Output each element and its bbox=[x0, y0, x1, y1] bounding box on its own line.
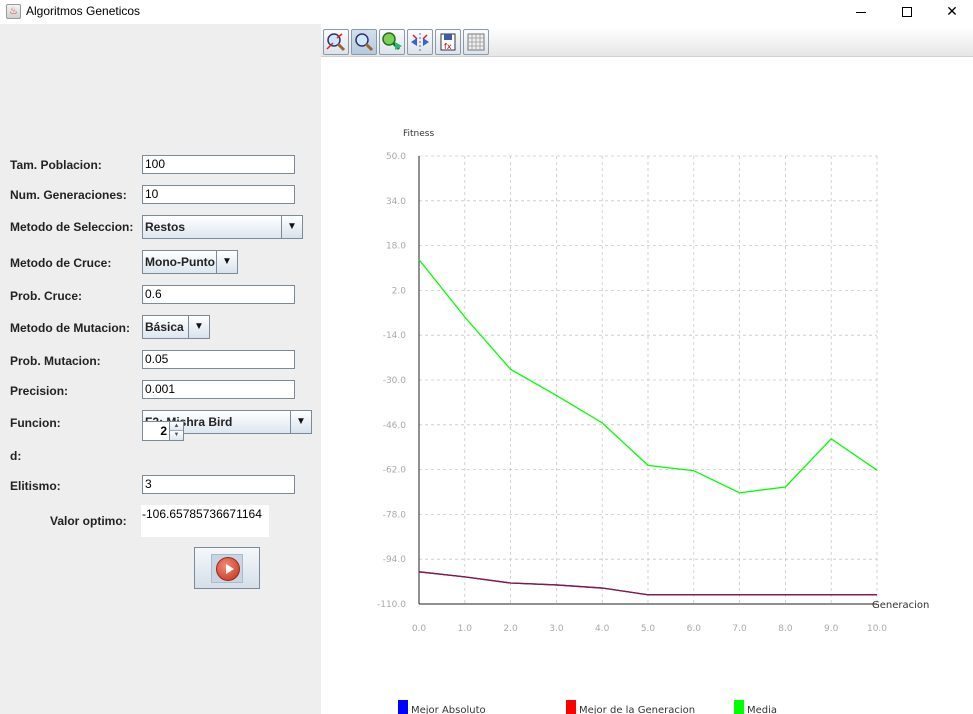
zoom-in-button[interactable] bbox=[323, 29, 349, 55]
x-tick-label: 2.0 bbox=[503, 624, 518, 634]
precision-input[interactable]: 0.001 bbox=[142, 380, 295, 399]
x-tick-label: 6.0 bbox=[687, 624, 702, 634]
zoom-button[interactable] bbox=[351, 29, 377, 55]
export-icon: fx bbox=[440, 33, 456, 51]
x-tick-label: 8.0 bbox=[778, 624, 793, 634]
export-button[interactable]: fx bbox=[435, 29, 461, 55]
prob-mutacion-input[interactable]: 0.05 bbox=[142, 350, 295, 369]
x-tick-label: 7.0 bbox=[732, 624, 747, 634]
metodo-cruce-value: Mono-Punto bbox=[145, 255, 215, 269]
metodo-seleccion-select[interactable]: Restos ▼ bbox=[142, 215, 303, 239]
metodo-mutacion-select[interactable]: Básica ▼ bbox=[142, 315, 210, 339]
minimize-icon bbox=[856, 11, 866, 13]
d-spinner[interactable]: 2 ▲ ▼ bbox=[142, 421, 184, 441]
metodo-seleccion-label: Metodo de Seleccion: bbox=[10, 220, 134, 234]
metodo-cruce-label: Metodo de Cruce: bbox=[10, 256, 112, 270]
pan-button[interactable] bbox=[379, 29, 405, 55]
funcion-label: Funcion: bbox=[10, 416, 61, 430]
y-tick-label: -110.0 bbox=[377, 600, 406, 610]
fitness-chart[interactable]: 0.0 1.0 2.0 3.0 4.0 5.0 6.0 7.0 8.0 9.0 10.0 50.0 34… bbox=[321, 58, 973, 714]
metodo-seleccion-value: Restos bbox=[145, 220, 186, 234]
precision-label: Precision: bbox=[10, 384, 69, 398]
prob-mutacion-label: Prob. Mutacion: bbox=[10, 354, 101, 368]
valor-optimo-label: Valor optimo: bbox=[50, 514, 127, 528]
minimize-button[interactable] bbox=[838, 0, 884, 24]
chart-toolbar: fx bbox=[321, 27, 973, 57]
run-icon-frame bbox=[211, 554, 243, 583]
chevron-down-icon[interactable]: ▼ bbox=[290, 411, 311, 433]
y-tick-label: -78.0 bbox=[383, 510, 407, 520]
elitismo-input[interactable]: 3 bbox=[142, 475, 295, 494]
play-icon bbox=[216, 557, 240, 581]
spin-up-icon[interactable]: ▲ bbox=[169, 422, 183, 431]
spin-down-icon[interactable]: ▼ bbox=[169, 431, 183, 440]
x-tick-label: 3.0 bbox=[549, 624, 564, 634]
y-tick-label: -30.0 bbox=[383, 376, 407, 386]
d-spinner-value: 2 bbox=[160, 424, 167, 438]
close-button[interactable]: ✕ bbox=[929, 0, 973, 24]
prob-cruce-label: Prob. Cruce: bbox=[10, 289, 83, 303]
y-tick-label: 2.0 bbox=[392, 286, 407, 296]
fit-icon bbox=[411, 33, 429, 51]
svg-text:fx: fx bbox=[444, 42, 452, 51]
elitismo-label: Elitismo: bbox=[10, 479, 61, 493]
prob-cruce-input[interactable]: 0.6 bbox=[142, 285, 295, 304]
y-tick-label: 50.0 bbox=[386, 152, 406, 162]
metodo-cruce-select[interactable]: Mono-Punto ▼ bbox=[142, 250, 238, 274]
y-axis-label: Fitness bbox=[403, 129, 434, 139]
close-icon: ✕ bbox=[946, 4, 958, 20]
legend-swatch-0 bbox=[398, 700, 408, 714]
parameters-panel: Tam. Poblacion: 100 Num. Generaciones: 1… bbox=[0, 24, 321, 714]
zoom-in-icon bbox=[326, 33, 346, 52]
pan-icon bbox=[382, 32, 402, 51]
y-tick-label: -46.0 bbox=[383, 421, 407, 431]
legend-label-2: Media bbox=[747, 705, 777, 714]
chevron-down-icon[interactable]: ▼ bbox=[281, 216, 302, 238]
tam-poblacion-label: Tam. Poblacion: bbox=[10, 158, 102, 172]
metodo-mutacion-value: Básica bbox=[145, 320, 184, 334]
tam-poblacion-input[interactable]: 100 bbox=[142, 155, 295, 174]
legend-swatch-1 bbox=[566, 700, 576, 714]
num-generaciones-label: Num. Generaciones: bbox=[10, 188, 127, 202]
chevron-down-icon[interactable]: ▼ bbox=[188, 316, 209, 338]
run-button[interactable] bbox=[194, 547, 260, 589]
x-tick-label: 4.0 bbox=[595, 624, 610, 634]
y-tick-label: 34.0 bbox=[386, 197, 406, 207]
x-tick-label: 0.0 bbox=[412, 624, 427, 634]
maximize-button[interactable] bbox=[884, 0, 930, 24]
grid-icon bbox=[467, 33, 485, 51]
x-tick-label: 1.0 bbox=[458, 624, 473, 634]
y-tick-label: -94.0 bbox=[383, 555, 407, 565]
num-generaciones-input[interactable]: 10 bbox=[142, 185, 295, 204]
x-axis-label: Generacion bbox=[872, 600, 929, 611]
chevron-down-icon[interactable]: ▼ bbox=[216, 251, 237, 273]
y-tick-label: 18.0 bbox=[386, 242, 406, 252]
maximize-icon bbox=[902, 7, 912, 17]
zoom-icon bbox=[355, 33, 374, 52]
title-bar: ♨ Algoritmos Geneticos ✕ bbox=[0, 0, 973, 24]
x-tick-label: 5.0 bbox=[641, 624, 656, 634]
y-tick-label: -62.0 bbox=[383, 466, 407, 476]
metodo-mutacion-label: Metodo de Mutacion: bbox=[10, 321, 130, 335]
valor-optimo-value: -106.65785736671164 bbox=[141, 505, 269, 537]
y-tick-label: -14.0 bbox=[383, 331, 407, 341]
legend-swatch-2 bbox=[734, 700, 744, 714]
fit-button[interactable] bbox=[407, 29, 433, 55]
d-label: d: bbox=[10, 449, 22, 463]
grid-button[interactable] bbox=[463, 29, 489, 55]
x-tick-label: 10.0 bbox=[867, 624, 887, 634]
java-app-icon: ♨ bbox=[6, 4, 21, 19]
legend-label-0: Mejor Absoluto bbox=[411, 705, 486, 714]
window-title: Algoritmos Geneticos bbox=[26, 4, 141, 18]
legend-label-1: Mejor de la Generacion bbox=[579, 705, 695, 714]
x-tick-label: 9.0 bbox=[824, 624, 839, 634]
